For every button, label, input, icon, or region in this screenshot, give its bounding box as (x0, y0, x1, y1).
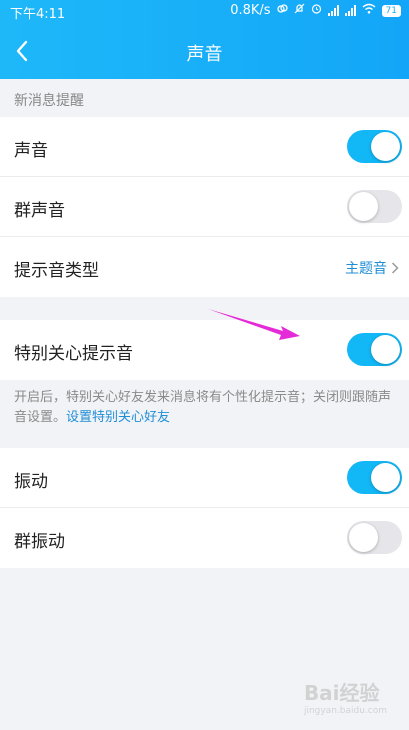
status-right: 0.8K/s 71 (230, 3, 401, 18)
watermark-url: jingyan.baidu.com (303, 706, 387, 716)
group-sound-toggle[interactable] (347, 190, 402, 223)
row-group-sound[interactable]: 群声音 (0, 177, 409, 237)
vibrate-toggle[interactable] (347, 461, 402, 494)
wifi-icon (362, 3, 376, 18)
row-label: 群振动 (14, 532, 65, 552)
settings-group-special-care: 特别关心提示音 (0, 320, 409, 380)
toggle-knob (349, 192, 378, 221)
toggle-knob (371, 463, 400, 492)
row-tone-type[interactable]: 提示音类型 主题音 (0, 237, 409, 297)
chevron-right-icon (391, 262, 399, 274)
special-care-link[interactable]: 设置特别关心好友 (66, 410, 170, 425)
toggle-knob (371, 335, 400, 364)
tone-type-value: 主题音 (345, 258, 399, 278)
row-special-care-tone[interactable]: 特别关心提示音 (0, 320, 409, 380)
link-icon (276, 3, 288, 18)
alarm-icon (311, 3, 322, 18)
net-speed: 0.8K/s (230, 3, 271, 18)
watermark: Bai经验 jingyan.baidu.com (304, 677, 387, 716)
nav-bar: 声音 (0, 22, 409, 79)
section-header-new-message: 新消息提醒 (14, 93, 84, 109)
watermark-logo: Bai经验 (303, 681, 380, 705)
status-bar: 下午4:11 0.8K/s 71 (0, 0, 409, 22)
toggle-knob (349, 523, 378, 552)
battery-icon: 71 (381, 4, 401, 17)
top-bar: 下午4:11 0.8K/s 71 声音 (0, 0, 409, 79)
status-time: 下午4:11 (10, 7, 66, 22)
settings-group-sound: 声音 群声音 提示音类型 主题音 (0, 117, 409, 297)
row-label: 振动 (14, 472, 48, 492)
row-sound[interactable]: 声音 (0, 117, 409, 177)
special-care-description: 开启后，特别关心好友发来消息将有个性化提示音；关闭则跟随声音设置。设置特别关心好… (0, 380, 409, 428)
sound-toggle[interactable] (347, 130, 402, 163)
signal-icon (327, 5, 339, 16)
row-label: 群声音 (14, 201, 65, 221)
row-vibrate[interactable]: 振动 (0, 448, 409, 508)
tone-type-value-text: 主题音 (345, 261, 387, 277)
mute-icon (294, 3, 305, 18)
row-label: 特别关心提示音 (14, 344, 133, 364)
group-vibrate-toggle[interactable] (347, 521, 402, 554)
row-group-vibrate[interactable]: 群振动 (0, 508, 409, 568)
page-title: 声音 (186, 44, 223, 65)
special-care-toggle[interactable] (347, 333, 402, 366)
row-label: 声音 (14, 141, 48, 161)
toggle-knob (371, 132, 400, 161)
settings-group-vibrate: 振动 群振动 (0, 448, 409, 568)
row-label: 提示音类型 (14, 261, 99, 281)
signal-icon-2 (344, 5, 356, 16)
